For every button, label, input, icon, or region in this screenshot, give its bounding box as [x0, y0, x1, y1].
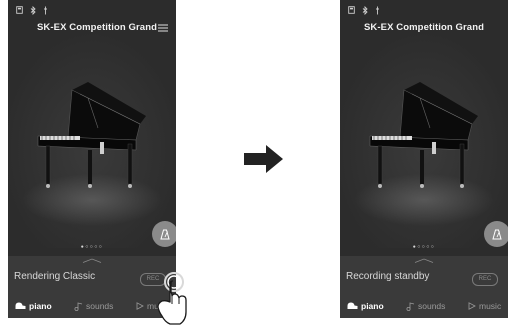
tab-sounds-label: sounds	[86, 301, 114, 311]
bluetooth-audio-icon	[362, 5, 368, 15]
app-screen-before: SK-EX Competition Grand ●○○○○ Rendering …	[8, 0, 176, 318]
app-screen-after: SK-EX Competition Grand ●○○○○ Recording …	[340, 0, 508, 318]
recorder-status-text: Rendering Classic	[14, 271, 96, 282]
play-icon	[468, 302, 476, 310]
music-note-icon	[406, 301, 415, 311]
usb-memory-icon	[16, 6, 23, 14]
music-note-icon	[74, 301, 83, 311]
rec-button[interactable]: REC	[472, 273, 498, 286]
tab-piano-label: piano	[29, 301, 52, 311]
chevron-up-icon[interactable]	[414, 258, 434, 263]
tab-piano[interactable]: piano	[15, 301, 52, 311]
metronome-button[interactable]	[152, 221, 176, 247]
transition-arrow-icon	[244, 145, 283, 173]
tab-piano-label: piano	[361, 301, 384, 311]
instrument-title[interactable]: SK-EX Competition Grand	[340, 22, 508, 33]
grand-piano-image	[37, 82, 146, 188]
tab-music-label: music	[479, 301, 502, 311]
tab-music[interactable]: music	[468, 301, 501, 311]
metronome-icon	[492, 229, 502, 239]
chevron-up-icon[interactable]	[82, 258, 102, 263]
metronome-button[interactable]	[484, 221, 508, 247]
grand-piano-image	[369, 82, 478, 188]
page-indicator: ●○○○○	[412, 244, 436, 250]
metronome-icon	[160, 229, 170, 239]
play-icon	[136, 302, 144, 310]
piano-icon	[15, 302, 26, 309]
tab-sounds-label: sounds	[418, 301, 446, 311]
status-bar	[16, 5, 48, 15]
recorder-panel: Recording standby REC piano sounds music	[340, 256, 508, 318]
menu-icon[interactable]	[158, 24, 168, 32]
page-indicator: ●○○○○	[80, 244, 104, 250]
tap-hand-icon	[157, 272, 187, 325]
bluetooth-midi-icon	[44, 6, 47, 14]
piano-icon	[347, 302, 358, 309]
usb-memory-icon	[348, 6, 355, 14]
bluetooth-midi-icon	[376, 6, 379, 14]
status-bar	[348, 5, 380, 15]
bluetooth-audio-icon	[30, 5, 36, 15]
recorder-status-text: Recording standby	[346, 271, 430, 282]
tab-sounds[interactable]: sounds	[406, 301, 445, 311]
tab-piano[interactable]: piano	[347, 301, 384, 311]
bottom-tab-bar: piano sounds music	[340, 294, 508, 318]
instrument-title[interactable]: SK-EX Competition Grand	[37, 22, 176, 33]
tab-sounds[interactable]: sounds	[74, 301, 113, 311]
